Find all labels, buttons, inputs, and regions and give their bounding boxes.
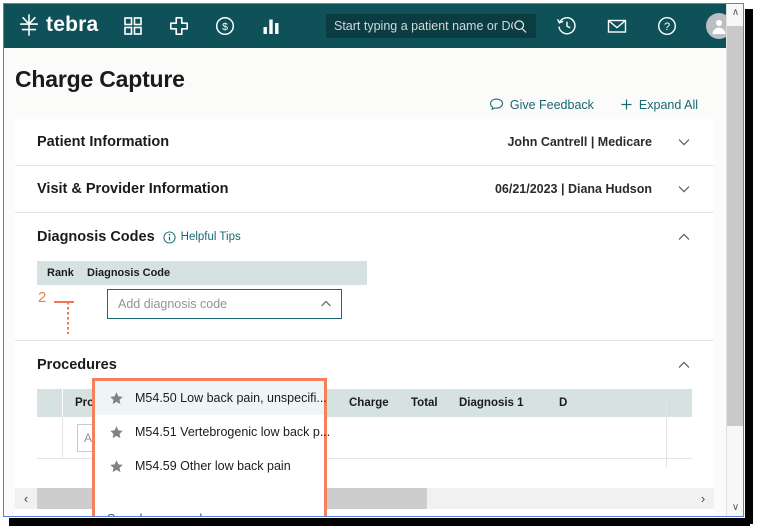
accordion-patient-information[interactable]: Patient Information John Cantrell | Medi… bbox=[15, 119, 714, 166]
column-header-charge: Charge bbox=[349, 397, 389, 409]
chevron-up-icon[interactable] bbox=[676, 357, 692, 373]
top-navigation-bar: tebra $ Start typing a patient name or D… bbox=[4, 4, 732, 48]
search-more-codes-link[interactable]: Search more codes bbox=[107, 512, 215, 516]
bar-chart-icon[interactable] bbox=[260, 15, 282, 37]
visit-provider-meta: 06/21/2023 | Diana Hudson bbox=[494, 182, 652, 196]
tebra-mark-icon bbox=[19, 14, 39, 36]
chevron-down-icon[interactable] bbox=[676, 181, 692, 197]
primary-nav-icons: $ bbox=[122, 4, 282, 48]
diagnosis-codes-table: Rank Diagnosis Code 2 Add diagnosis code bbox=[37, 261, 367, 334]
window-shadow-right bbox=[745, 9, 753, 524]
give-feedback-label: Give Feedback bbox=[509, 97, 594, 112]
add-procedure-placeholder: A bbox=[84, 430, 93, 445]
visit-provider-title: Visit & Provider Information bbox=[37, 181, 229, 197]
dollar-circle-icon[interactable]: $ bbox=[214, 15, 236, 37]
diagnosis-table-body: 2 Add diagnosis code bbox=[37, 285, 367, 334]
column-header-diagnosis-code: Diagnosis Code bbox=[87, 267, 171, 279]
annotation-step-number: 2 bbox=[38, 289, 47, 306]
svg-text:?: ? bbox=[664, 21, 670, 33]
add-diagnosis-placeholder: Add diagnosis code bbox=[118, 297, 228, 311]
speech-bubble-icon bbox=[489, 98, 503, 111]
dropdown-option-m5459[interactable]: M54.59 Other low back pain bbox=[95, 449, 324, 483]
expand-all-button[interactable]: Expand All bbox=[620, 98, 698, 112]
patient-information-meta: John Cantrell | Medicare bbox=[507, 135, 652, 149]
history-clock-icon[interactable] bbox=[556, 15, 578, 37]
helpful-tips-label: Helpful Tips bbox=[180, 231, 241, 243]
chevron-up-icon[interactable] bbox=[319, 297, 333, 311]
info-circle-icon bbox=[163, 230, 176, 244]
chevron-down-icon[interactable] bbox=[676, 134, 692, 150]
star-icon[interactable] bbox=[109, 459, 124, 474]
column-header-total: Total bbox=[411, 397, 438, 409]
search-icon bbox=[514, 19, 527, 33]
table-column-divider bbox=[666, 397, 667, 467]
expand-all-label: Expand All bbox=[638, 97, 698, 112]
dropdown-option-m5451[interactable]: M54.51 Vertebrogenic low back p... bbox=[95, 415, 330, 449]
annotation-leader-line bbox=[54, 301, 74, 303]
star-icon[interactable] bbox=[109, 425, 124, 440]
plus-cross-icon[interactable] bbox=[168, 15, 190, 37]
diagnosis-code-dropdown: M54.50 Low back pain, unspecifi... M54.5… bbox=[92, 378, 330, 516]
search-placeholder: Start typing a patient name or DOB bbox=[334, 19, 513, 33]
column-header-rank: Rank bbox=[47, 267, 74, 279]
chevron-up-icon[interactable] bbox=[676, 229, 692, 245]
diagnosis-codes-title: Diagnosis Codes bbox=[37, 229, 155, 245]
brand-name: tebra bbox=[46, 13, 99, 36]
procedures-title: Procedures bbox=[37, 357, 117, 373]
grid-icon[interactable] bbox=[122, 15, 144, 37]
scroll-up-arrow[interactable]: ∧ bbox=[727, 4, 743, 21]
helpful-tips-link[interactable]: Helpful Tips bbox=[163, 230, 241, 244]
browser-window: tebra $ Start typing a patient name or D… bbox=[3, 3, 744, 517]
column-header-diagnosis-2: D bbox=[559, 397, 568, 409]
utility-nav-icons: ? bbox=[556, 4, 732, 48]
vertical-scrollbar[interactable]: ∧ ∨ bbox=[726, 4, 743, 516]
dropdown-option-label: M54.59 Other low back pain bbox=[135, 459, 291, 473]
column-header-diagnosis-1: Diagnosis 1 bbox=[459, 397, 524, 409]
give-feedback-button[interactable]: Give Feedback bbox=[489, 97, 594, 112]
star-icon[interactable] bbox=[109, 391, 124, 406]
plus-icon bbox=[621, 99, 632, 110]
svg-text:$: $ bbox=[222, 21, 228, 33]
annotation-dotted-connector bbox=[67, 302, 69, 334]
patient-search-box[interactable]: Start typing a patient name or DOB bbox=[326, 14, 536, 38]
scroll-left-arrow[interactable]: ‹ bbox=[15, 488, 37, 509]
row-handle-cell[interactable] bbox=[37, 416, 63, 459]
dropdown-option-label: M54.50 Low back pain, unspecifi... bbox=[135, 391, 327, 405]
patient-information-title: Patient Information bbox=[37, 134, 170, 150]
add-diagnosis-code-input[interactable]: Add diagnosis code bbox=[107, 289, 342, 319]
tebra-logo[interactable]: tebra bbox=[18, 12, 98, 38]
scroll-right-arrow[interactable]: › bbox=[692, 488, 714, 509]
window-shadow bbox=[9, 518, 750, 526]
row-handle-column bbox=[37, 389, 63, 417]
envelope-icon[interactable] bbox=[606, 15, 628, 37]
dropdown-option-m5450[interactable]: M54.50 Low back pain, unspecifi... bbox=[95, 381, 327, 415]
dropdown-option-label: M54.51 Vertebrogenic low back p... bbox=[135, 425, 331, 439]
accordion-visit-provider-information[interactable]: Visit & Provider Information 06/21/2023 … bbox=[15, 166, 714, 213]
page-title: Charge Capture bbox=[15, 66, 185, 92]
vertical-scroll-thumb[interactable] bbox=[727, 26, 743, 426]
diagnosis-table-header-row: Rank Diagnosis Code bbox=[37, 261, 367, 285]
page-actions: Give Feedback Expand All bbox=[489, 97, 698, 112]
diagnosis-codes-header[interactable]: Diagnosis Codes Helpful Tips bbox=[15, 213, 714, 261]
section-diagnosis-codes: Diagnosis Codes Helpful Tips Rank Diagno… bbox=[15, 213, 714, 341]
page-content: Charge Capture Give Feedback Expand All … bbox=[4, 48, 728, 516]
scroll-down-arrow[interactable]: ∨ bbox=[727, 499, 743, 516]
question-circle-icon[interactable]: ? bbox=[656, 15, 678, 37]
